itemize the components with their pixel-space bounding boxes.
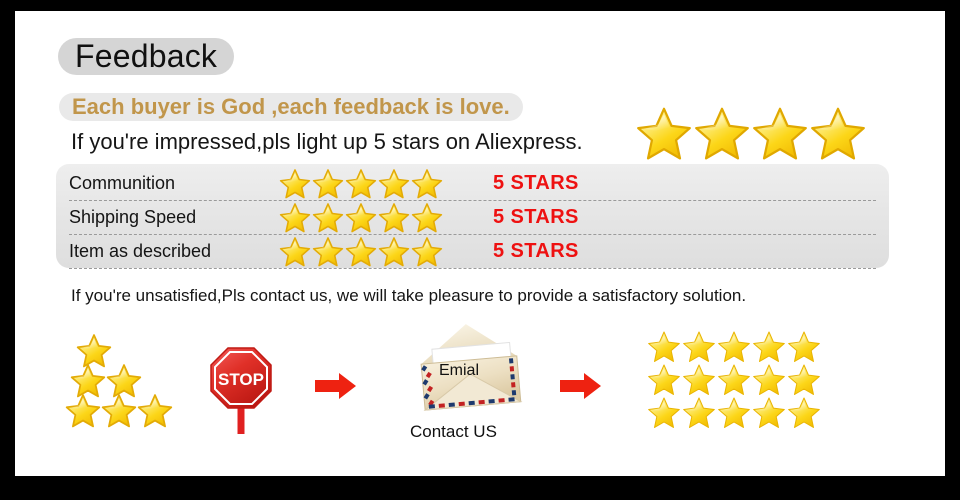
image-frame: Feedback Each buyer is God ,each feedbac… — [0, 0, 960, 500]
contact-flow: STOP Emial Contact US — [15, 316, 945, 446]
ratings-panel: Communition 5 STARS Shipping Speed 5 STA… — [56, 164, 889, 269]
star-icon — [279, 236, 311, 267]
star-icon — [787, 364, 821, 396]
star-icon — [787, 397, 821, 429]
star-icon — [682, 331, 716, 363]
arrow-right-icon — [560, 372, 602, 400]
star-icon — [312, 168, 344, 199]
star-icon — [345, 202, 377, 233]
star-icon — [378, 168, 410, 199]
star-grid — [647, 331, 822, 430]
star-icon — [378, 236, 410, 267]
table-row: Communition 5 STARS — [69, 167, 876, 201]
star-icon — [682, 397, 716, 429]
star-icon — [312, 202, 344, 233]
page-title: Feedback — [58, 38, 235, 75]
star-icon — [752, 331, 786, 363]
star-icon — [279, 168, 311, 199]
star-icon — [411, 236, 443, 267]
star-icon — [682, 364, 716, 396]
table-row: Item as described 5 STARS — [69, 235, 876, 269]
tagline: Each buyer is God ,each feedback is love… — [59, 93, 523, 121]
rating-value: 5 STARS — [493, 240, 579, 262]
star-pyramid-row — [65, 364, 185, 398]
star-icon — [717, 397, 751, 429]
star-icon — [647, 331, 681, 363]
rating-stars — [279, 168, 449, 199]
star-icon — [647, 364, 681, 396]
rating-label: Communition — [69, 173, 176, 193]
tagline-text: Each buyer is God ,each feedback is love… — [72, 94, 510, 119]
feedback-banner: Feedback Each buyer is God ,each feedbac… — [15, 11, 945, 476]
star-icon — [345, 168, 377, 199]
rating-value: 5 STARS — [493, 206, 579, 228]
star-icon — [70, 364, 106, 398]
star-pyramid-row — [65, 394, 185, 428]
star-icon — [106, 364, 142, 398]
star-icon — [312, 236, 344, 267]
star-icon — [76, 334, 112, 368]
contact-us-caption: Contact US — [410, 422, 497, 441]
star-icon — [752, 107, 808, 161]
star-icon — [810, 107, 866, 161]
star-icon — [137, 394, 173, 428]
unsatisfied-line: If you're unsatisfied,Pls contact us, we… — [71, 286, 747, 305]
rating-value: 5 STARS — [493, 172, 579, 194]
table-row: Shipping Speed 5 STARS — [69, 201, 876, 235]
star-icon — [717, 331, 751, 363]
star-icon — [694, 107, 750, 161]
star-pyramid — [65, 334, 185, 428]
star-icon — [65, 394, 101, 428]
envelope-group: Emial Contact US — [398, 324, 543, 444]
star-icon — [636, 107, 692, 161]
star-icon — [378, 202, 410, 233]
rating-label: Item as described — [69, 241, 212, 261]
star-icon — [752, 397, 786, 429]
star-icon — [752, 364, 786, 396]
stop-sign-label: STOP — [218, 370, 264, 389]
hero-star-row — [636, 107, 866, 161]
impressed-line: If you're impressed,pls light up 5 stars… — [71, 129, 583, 154]
star-icon — [717, 364, 751, 396]
star-icon — [345, 236, 377, 267]
star-icon — [101, 394, 137, 428]
star-icon — [411, 202, 443, 233]
rating-stars — [279, 236, 449, 267]
page-title-text: Feedback — [75, 38, 218, 74]
envelope-letter-text: Emial — [439, 362, 480, 379]
star-icon — [279, 202, 311, 233]
star-icon — [787, 331, 821, 363]
rating-stars — [279, 202, 449, 233]
rating-label: Shipping Speed — [69, 207, 197, 227]
arrow-right-icon — [315, 372, 357, 400]
stop-sign-icon: STOP — [209, 346, 273, 434]
star-icon — [647, 397, 681, 429]
star-pyramid-row — [65, 334, 185, 368]
star-icon — [411, 168, 443, 199]
